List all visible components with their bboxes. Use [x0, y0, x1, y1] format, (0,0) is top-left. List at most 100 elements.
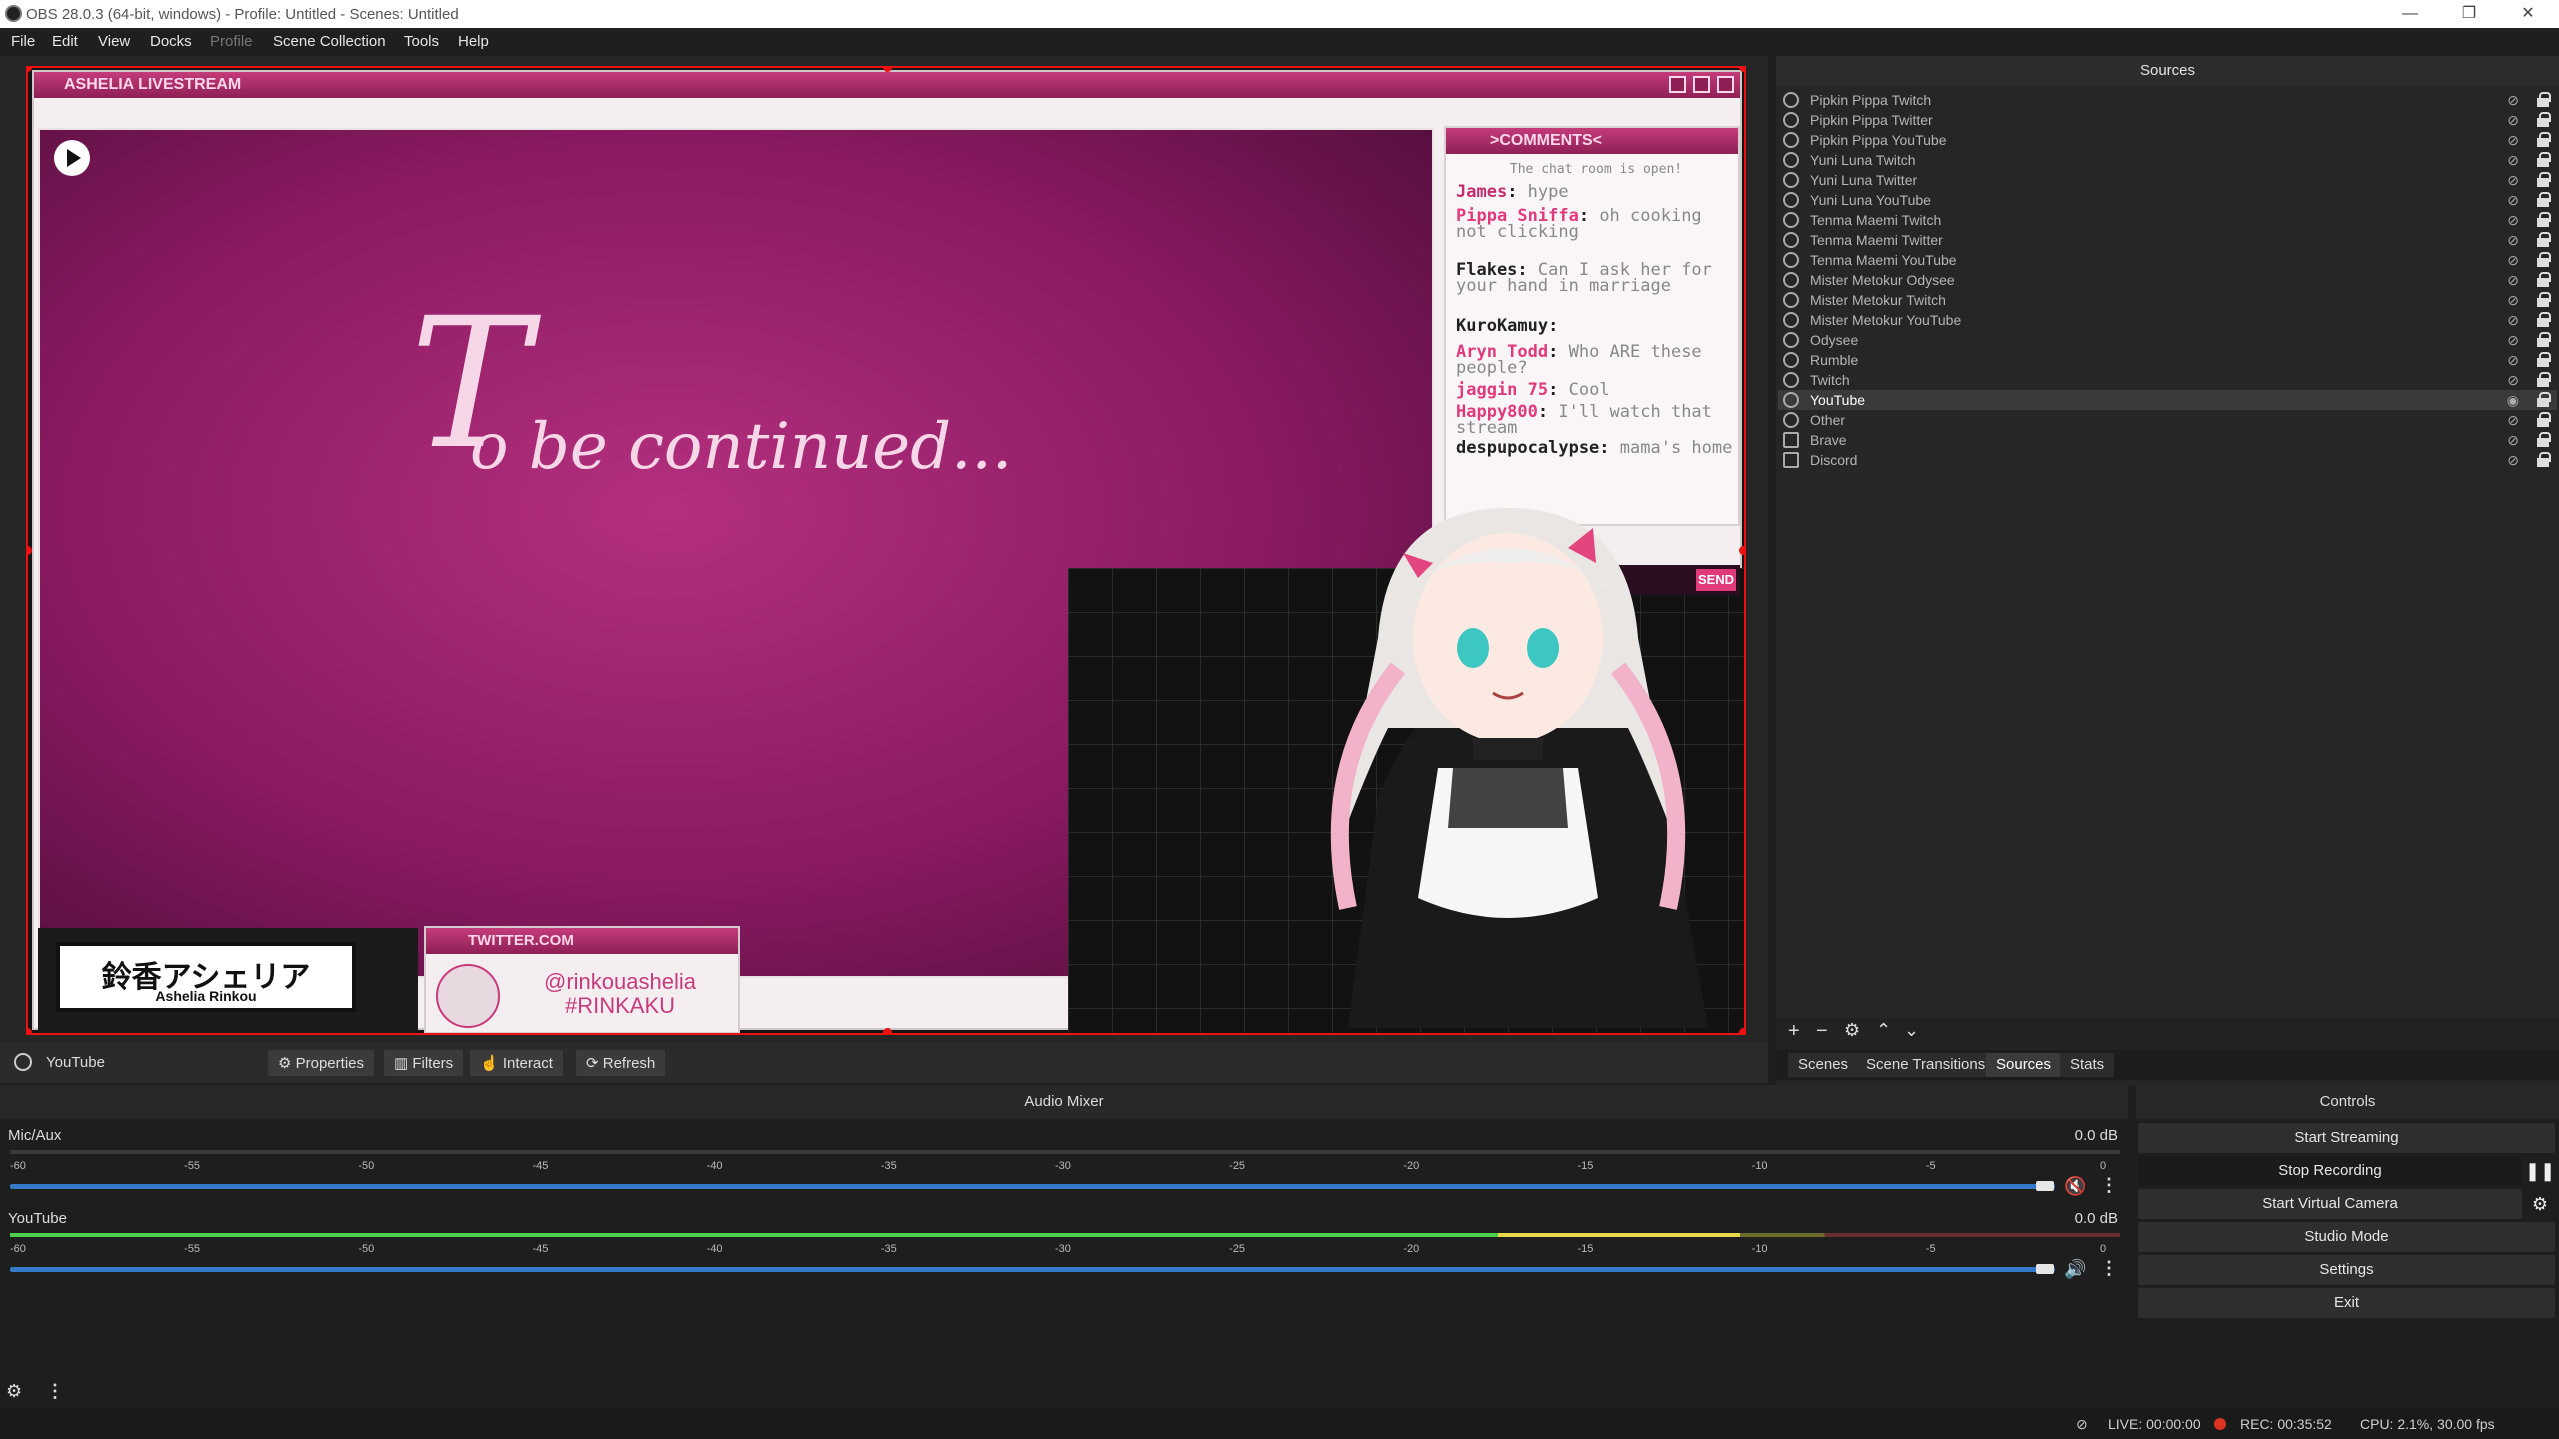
lock-icon[interactable]: [2537, 412, 2551, 427]
eye-hidden-icon[interactable]: ⊘: [2507, 432, 2519, 449]
eye-hidden-icon[interactable]: ⊘: [2507, 272, 2519, 289]
start-streaming-button[interactable]: Start Streaming: [2138, 1123, 2555, 1153]
eye-hidden-icon[interactable]: ⊘: [2507, 112, 2519, 129]
lock-icon[interactable]: [2537, 352, 2551, 367]
move-up-icon[interactable]: ⌃: [1876, 1020, 1891, 1041]
eye-hidden-icon[interactable]: ⊘: [2507, 232, 2519, 249]
source-row[interactable]: Yuni Luna Twitch ⊘: [1778, 150, 2557, 170]
pause-recording-icon[interactable]: ❚❚: [2525, 1156, 2555, 1186]
move-down-icon[interactable]: ⌄: [1904, 1020, 1919, 1041]
eye-hidden-icon[interactable]: ⊘: [2507, 412, 2519, 429]
interact-button[interactable]: ☝ Interact: [470, 1050, 563, 1076]
menu-docks[interactable]: Docks: [150, 33, 192, 50]
source-row[interactable]: Other ⊘: [1778, 410, 2557, 430]
eye-hidden-icon[interactable]: ⊘: [2507, 92, 2519, 109]
volume-slider-youtube[interactable]: [10, 1267, 2055, 1272]
tab-sources[interactable]: Sources: [1986, 1053, 2062, 1077]
source-row[interactable]: Tenma Maemi Twitter ⊘: [1778, 230, 2557, 250]
volume-slider-mic[interactable]: [10, 1184, 2055, 1189]
start-virtual-camera-button[interactable]: Start Virtual Camera: [2138, 1189, 2522, 1219]
eye-hidden-icon[interactable]: ⊘: [2507, 192, 2519, 209]
menu-scene-collection[interactable]: Scene Collection: [273, 33, 386, 50]
tab-stats[interactable]: Stats: [2060, 1053, 2115, 1077]
eye-icon[interactable]: ◉: [2507, 392, 2519, 409]
source-row[interactable]: Yuni Luna Twitter ⊘: [1778, 170, 2557, 190]
eye-hidden-icon[interactable]: ⊘: [2507, 452, 2519, 469]
lock-icon[interactable]: [2537, 192, 2551, 207]
menu-profile[interactable]: Profile: [210, 33, 253, 50]
source-row[interactable]: Pipkin Pippa YouTube ⊘: [1778, 130, 2557, 150]
lock-icon[interactable]: [2537, 452, 2551, 467]
lock-icon[interactable]: [2537, 212, 2551, 227]
resize-handle[interactable]: [28, 1028, 32, 1033]
program-canvas[interactable]: ASHELIA LIVESTREAM T o be continued... >…: [26, 66, 1746, 1035]
source-row[interactable]: Tenma Maemi YouTube ⊘: [1778, 250, 2557, 270]
resize-handle[interactable]: [1739, 546, 1744, 555]
menu-edit[interactable]: Edit: [52, 33, 78, 50]
lock-icon[interactable]: [2537, 292, 2551, 307]
volume-knob-mic[interactable]: [2036, 1181, 2054, 1191]
lock-icon[interactable]: [2537, 132, 2551, 147]
mixer-menu-icon[interactable]: ⋮: [46, 1381, 64, 1402]
refresh-button[interactable]: ⟳ Refresh: [576, 1050, 666, 1076]
eye-hidden-icon[interactable]: ⊘: [2507, 172, 2519, 189]
remove-source-icon[interactable]: −: [1816, 1020, 1828, 1043]
filters-button[interactable]: ▥ Filters: [384, 1050, 464, 1076]
source-row[interactable]: Brave ⊘: [1778, 430, 2557, 450]
source-row[interactable]: Twitch ⊘: [1778, 370, 2557, 390]
eye-hidden-icon[interactable]: ⊘: [2507, 332, 2519, 349]
source-row[interactable]: Rumble ⊘: [1778, 350, 2557, 370]
source-row[interactable]: Tenma Maemi Twitch ⊘: [1778, 210, 2557, 230]
properties-button[interactable]: ⚙ Properties: [268, 1050, 374, 1076]
source-properties-icon[interactable]: ⚙: [1844, 1020, 1860, 1041]
stop-recording-button[interactable]: Stop Recording: [2138, 1156, 2522, 1186]
eye-hidden-icon[interactable]: ⊘: [2507, 152, 2519, 169]
source-row[interactable]: Mister Metokur Odysee ⊘: [1778, 270, 2557, 290]
source-row[interactable]: Odysee ⊘: [1778, 330, 2557, 350]
tab-scenes[interactable]: Scenes: [1788, 1053, 1859, 1077]
source-row[interactable]: Discord ⊘: [1778, 450, 2557, 470]
menu-tools[interactable]: Tools: [404, 33, 439, 50]
studio-mode-button[interactable]: Studio Mode: [2138, 1222, 2555, 1252]
channel-menu-icon[interactable]: ⋮: [2100, 1175, 2118, 1196]
source-row[interactable]: Pipkin Pippa Twitter ⊘: [1778, 110, 2557, 130]
advanced-audio-gear-icon[interactable]: ⚙: [6, 1381, 22, 1402]
lock-icon[interactable]: [2537, 272, 2551, 287]
lock-icon[interactable]: [2537, 312, 2551, 327]
lock-icon[interactable]: [2537, 172, 2551, 187]
lock-icon[interactable]: [2537, 112, 2551, 127]
tab-scene-transitions[interactable]: Scene Transitions: [1856, 1053, 1996, 1077]
add-source-icon[interactable]: +: [1788, 1020, 1800, 1043]
exit-button[interactable]: Exit: [2138, 1288, 2555, 1318]
resize-handle[interactable]: [1739, 1028, 1744, 1033]
preview-area[interactable]: ASHELIA LIVESTREAM T o be continued... >…: [0, 56, 1768, 1043]
menu-help[interactable]: Help: [458, 33, 489, 50]
lock-icon[interactable]: [2537, 432, 2551, 447]
lock-icon[interactable]: [2537, 152, 2551, 167]
resize-handle[interactable]: [1739, 68, 1744, 72]
resize-handle[interactable]: [883, 1028, 892, 1033]
volume-knob-youtube[interactable]: [2036, 1264, 2054, 1274]
lock-icon[interactable]: [2537, 252, 2551, 267]
close-button[interactable]: ✕: [2499, 0, 2557, 28]
eye-hidden-icon[interactable]: ⊘: [2507, 372, 2519, 389]
menu-view[interactable]: View: [98, 33, 130, 50]
lock-icon[interactable]: [2537, 372, 2551, 387]
menu-file[interactable]: File: [11, 33, 35, 50]
source-row[interactable]: Yuni Luna YouTube ⊘: [1778, 190, 2557, 210]
settings-button[interactable]: Settings: [2138, 1255, 2555, 1285]
lock-icon[interactable]: [2537, 92, 2551, 107]
virtual-camera-settings-icon[interactable]: ⚙: [2525, 1189, 2555, 1219]
lock-icon[interactable]: [2537, 392, 2551, 407]
source-row[interactable]: YouTube ◉: [1778, 390, 2557, 410]
eye-hidden-icon[interactable]: ⊘: [2507, 312, 2519, 329]
muted-speaker-icon[interactable]: 🔇: [2064, 1176, 2086, 1197]
source-row[interactable]: Mister Metokur Twitch ⊘: [1778, 290, 2557, 310]
eye-hidden-icon[interactable]: ⊘: [2507, 352, 2519, 369]
minimize-button[interactable]: —: [2381, 0, 2439, 28]
channel-menu-icon[interactable]: ⋮: [2100, 1258, 2118, 1279]
maximize-button[interactable]: ❐: [2440, 0, 2498, 28]
eye-hidden-icon[interactable]: ⊘: [2507, 252, 2519, 269]
lock-icon[interactable]: [2537, 332, 2551, 347]
speaker-icon[interactable]: 🔊: [2064, 1259, 2086, 1280]
